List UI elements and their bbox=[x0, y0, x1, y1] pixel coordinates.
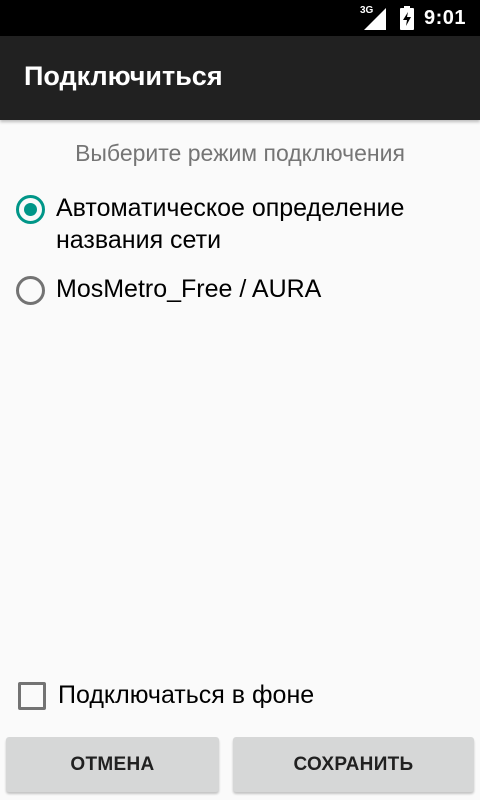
app-bar: Подключиться bbox=[0, 36, 480, 120]
radio-label-mosmetro: MosMetro_Free / AURA bbox=[56, 275, 322, 303]
status-bar: 3G 9:01 bbox=[0, 0, 480, 36]
battery-charging-icon bbox=[399, 6, 414, 30]
clock: 9:01 bbox=[423, 6, 466, 29]
radio-label-auto-detect: Автоматическое определение названия сети bbox=[56, 194, 405, 254]
cancel-button[interactable]: ОТМЕНА bbox=[6, 737, 219, 792]
screen: 3G 9:01 Подключиться Выберите режим подк… bbox=[0, 0, 480, 800]
background-checkbox[interactable] bbox=[18, 681, 46, 710]
radio-option-auto-detect[interactable]: Автоматическое определение названия сети bbox=[16, 193, 456, 256]
status-icons: 3G 9:01 bbox=[360, 0, 466, 36]
mode-prompt: Выберите режим подключения bbox=[75, 140, 405, 166]
radio-button-unchecked[interactable] bbox=[16, 276, 45, 305]
radio-option-mosmetro[interactable]: MosMetro_Free / AURA bbox=[16, 274, 456, 305]
signal-icon bbox=[363, 8, 386, 30]
background-checkbox-label: Подключаться в фоне bbox=[58, 681, 315, 709]
background-checkbox-row[interactable]: Подключаться в фоне bbox=[18, 681, 314, 710]
radio-button-checked[interactable] bbox=[16, 195, 45, 224]
page-title: Подключиться bbox=[24, 61, 223, 91]
save-button[interactable]: СОХРАНИТЬ bbox=[233, 737, 474, 792]
network-indicator: 3G bbox=[360, 6, 386, 30]
radio-dot bbox=[24, 203, 37, 216]
